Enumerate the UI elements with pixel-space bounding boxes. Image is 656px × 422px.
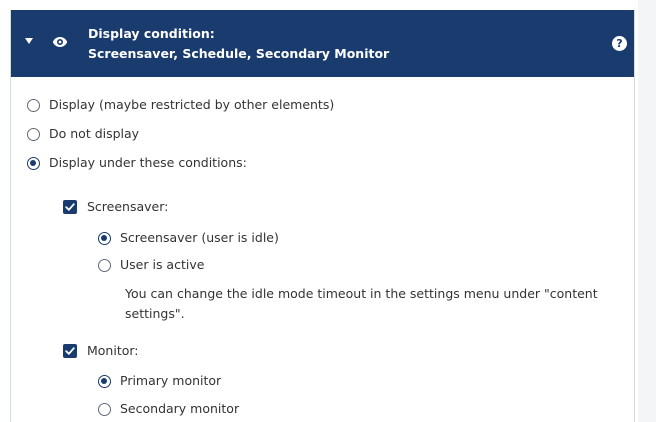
help-icon[interactable]: ? <box>612 36 627 51</box>
radio-option-do-not-display[interactable]: Do not display <box>27 126 139 142</box>
checkmark-icon <box>65 203 75 211</box>
radio-option-display[interactable]: Display (maybe restricted by other eleme… <box>27 97 334 113</box>
panel-title-line1: Display condition: <box>88 26 215 41</box>
idle-timeout-hint: You can change the idle mode timeout in … <box>125 286 598 321</box>
caret-down-icon[interactable] <box>25 38 33 44</box>
radio-user-active[interactable] <box>98 258 111 272</box>
radio-display[interactable] <box>27 98 40 112</box>
radio-option-display-under-conditions[interactable]: Display under these conditions: <box>27 155 247 171</box>
radio-primary-monitor[interactable] <box>98 374 111 388</box>
right-gutter <box>638 0 656 422</box>
panel-header[interactable]: Display condition: Screensaver, Schedule… <box>11 10 634 77</box>
display-condition-panel: Display condition: Screensaver, Schedule… <box>10 10 635 422</box>
checkbox-option-screensaver[interactable]: Screensaver: <box>63 199 168 215</box>
radio-option-screensaver-idle[interactable]: Screensaver (user is idle) <box>98 230 279 246</box>
radio-label-do-not-display: Do not display <box>49 126 140 141</box>
radio-screensaver-idle[interactable] <box>98 231 111 245</box>
radio-label-display-under-conditions: Display under these conditions: <box>49 155 247 170</box>
panel-title-line2: Screensaver, Schedule, Secondary Monitor <box>88 46 390 61</box>
checkbox-label-screensaver: Screensaver: <box>87 199 169 214</box>
radio-secondary-monitor[interactable] <box>98 402 111 416</box>
radio-label-screensaver-idle: Screensaver (user is idle) <box>120 230 279 245</box>
checkbox-monitor[interactable] <box>63 344 77 358</box>
eye-icon <box>52 37 68 47</box>
radio-label-user-active: User is active <box>120 257 205 272</box>
checkbox-option-monitor[interactable]: Monitor: <box>63 343 139 359</box>
radio-option-user-active[interactable]: User is active <box>98 257 204 273</box>
panel-title: Display condition: Screensaver, Schedule… <box>88 24 389 64</box>
radio-do-not-display[interactable] <box>27 127 40 141</box>
radio-label-display: Display (maybe restricted by other eleme… <box>49 97 335 112</box>
radio-label-secondary-monitor: Secondary monitor <box>120 401 240 416</box>
radio-option-primary-monitor[interactable]: Primary monitor <box>98 373 221 389</box>
radio-option-secondary-monitor[interactable]: Secondary monitor <box>98 401 239 417</box>
radio-display-under-conditions[interactable] <box>27 156 40 170</box>
checkbox-screensaver[interactable] <box>63 200 77 214</box>
radio-label-primary-monitor: Primary monitor <box>120 373 222 388</box>
checkmark-icon <box>65 347 75 355</box>
checkbox-label-monitor: Monitor: <box>87 343 139 358</box>
